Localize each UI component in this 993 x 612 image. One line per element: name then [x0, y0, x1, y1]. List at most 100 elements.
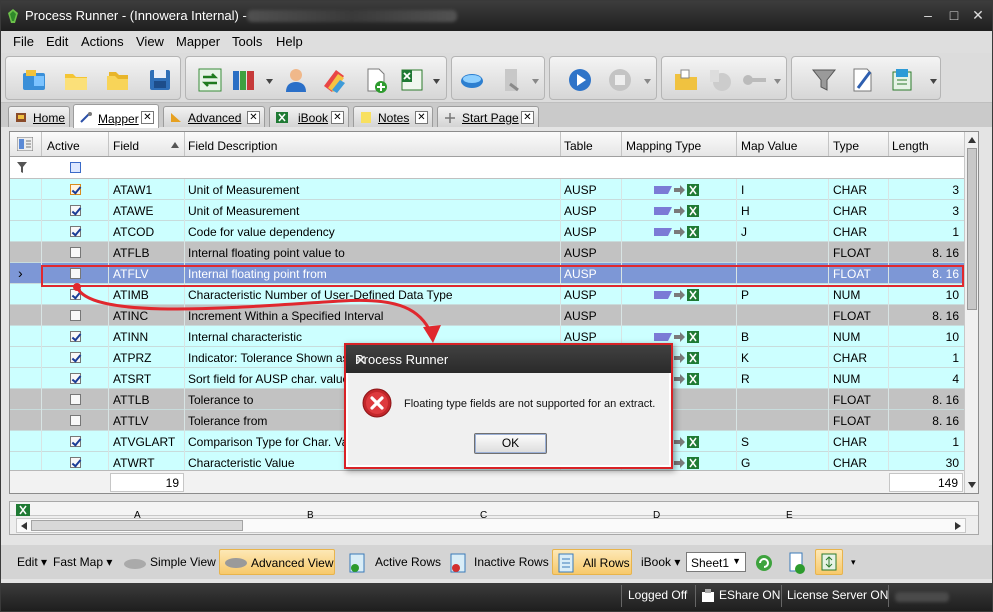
tab-ibook[interactable]: iBook ✕	[269, 106, 349, 127]
table-row[interactable]: ATCOD Code for value dependency AUSP J CHAR 1	[10, 221, 964, 242]
open-folder-icon[interactable]	[62, 66, 90, 94]
tab-home[interactable]: Home	[8, 106, 70, 127]
filter-active-checkbox[interactable]	[70, 162, 81, 173]
table-row[interactable]: › ATFLV Internal floating point from AUSP FL…	[10, 263, 964, 284]
menu-file[interactable]: File	[13, 34, 34, 49]
col-map-value[interactable]: Map Value	[741, 139, 797, 153]
active-rows-button[interactable]: Active Rows	[375, 549, 441, 575]
col-length[interactable]: Length	[892, 139, 929, 153]
tab-notes[interactable]: Notes ✕	[353, 106, 433, 127]
menu-actions[interactable]: Actions	[81, 34, 124, 49]
active-checkbox[interactable]	[70, 226, 81, 237]
active-checkbox[interactable]	[70, 394, 81, 405]
tab-advanced[interactable]: Advanced ✕	[163, 106, 265, 127]
active-checkbox[interactable]	[70, 436, 81, 447]
ok-button[interactable]: OK	[474, 433, 547, 454]
mapping-type-icon[interactable]	[654, 225, 700, 239]
simple-view-button[interactable]: Simple View	[150, 549, 216, 575]
close-button[interactable]: ✕	[967, 6, 989, 24]
menu-view[interactable]: View	[136, 34, 164, 49]
map-swap-icon[interactable]	[196, 66, 224, 94]
sheet-toggle-button[interactable]	[815, 549, 843, 575]
active-checkbox[interactable]	[70, 268, 81, 279]
active-checkbox[interactable]	[70, 184, 81, 195]
scroll-right-icon[interactable]	[955, 522, 961, 530]
chevron-down-icon[interactable]	[433, 79, 440, 84]
close-tab-icon[interactable]: ✕	[331, 111, 344, 124]
col-type[interactable]: Type	[833, 139, 859, 153]
refresh-icon[interactable]	[754, 553, 774, 573]
active-checkbox[interactable]	[70, 289, 81, 300]
chevron-down-icon[interactable]	[930, 79, 937, 84]
active-checkbox[interactable]	[70, 457, 81, 468]
inactive-rows-button[interactable]: Inactive Rows	[474, 549, 549, 575]
scroll-up-icon[interactable]	[968, 137, 976, 143]
sheet-refresh-icon[interactable]	[787, 551, 807, 575]
chevron-down-icon[interactable]	[532, 79, 539, 84]
user-icon[interactable]	[282, 66, 310, 94]
close-tab-icon[interactable]: ✕	[521, 111, 534, 124]
mapping-type-icon[interactable]	[654, 330, 700, 344]
chevron-down-icon[interactable]	[774, 79, 781, 84]
mapping-type-icon[interactable]	[654, 204, 700, 218]
ibook-dropdown[interactable]: iBook ▾	[641, 549, 680, 575]
advanced-view-button[interactable]: Advanced View	[219, 549, 335, 575]
table-row[interactable]: ATIMB Characteristic Number of User-Defin…	[10, 284, 964, 305]
menu-mapper[interactable]: Mapper	[176, 34, 220, 49]
filter-icon[interactable]	[17, 162, 27, 173]
scroll-thumb[interactable]	[967, 148, 977, 310]
col-mapping-type[interactable]: Mapping Type	[626, 139, 701, 153]
menu-tools[interactable]: Tools	[232, 34, 262, 49]
fast-map-dropdown[interactable]: Fast Map ▾	[53, 549, 112, 575]
filter-icon[interactable]	[810, 66, 838, 94]
close-tab-icon[interactable]: ✕	[415, 111, 428, 124]
active-checkbox[interactable]	[70, 352, 81, 363]
active-checkbox[interactable]	[70, 415, 81, 426]
all-rows-button[interactable]: All Rows	[552, 549, 632, 575]
table-row[interactable]: ATFLB Internal floating point value to AUS…	[10, 242, 964, 263]
excel-sheet-icon[interactable]	[398, 66, 426, 94]
tab-start-page[interactable]: Start Page ✕	[437, 106, 539, 127]
folder-log-icon[interactable]	[672, 66, 700, 94]
close-tab-icon[interactable]: ✕	[247, 111, 260, 124]
table-row[interactable]: ATAWE Unit of Measurement AUSP H CHAR 3	[10, 200, 964, 221]
table-row[interactable]: ATINC Increment Within a Specified Interv…	[10, 305, 964, 326]
scroll-left-icon[interactable]	[21, 522, 27, 530]
chevron-down-icon[interactable]: ▾	[851, 557, 856, 568]
minimize-button[interactable]: –	[917, 6, 939, 24]
active-checkbox[interactable]	[70, 247, 81, 258]
col-active[interactable]: Active	[47, 139, 80, 153]
palette-icon[interactable]	[320, 66, 348, 94]
menu-edit[interactable]: Edit	[46, 34, 68, 49]
connection-icon[interactable]	[458, 66, 486, 94]
add-document-icon[interactable]	[362, 66, 390, 94]
active-checkbox[interactable]	[70, 373, 81, 384]
column-chooser-icon[interactable]	[17, 137, 33, 151]
edit-dropdown[interactable]: Edit ▾	[17, 549, 47, 575]
close-tab-icon[interactable]: ✕	[141, 111, 154, 124]
active-checkbox[interactable]	[70, 310, 81, 321]
col-field-description[interactable]: Field Description	[188, 139, 277, 153]
edit-script-icon[interactable]	[848, 66, 876, 94]
mapping-type-icon[interactable]	[654, 288, 700, 302]
maximize-button[interactable]: □	[943, 6, 965, 24]
open-multiple-icon[interactable]	[104, 66, 132, 94]
active-checkbox[interactable]	[70, 331, 81, 342]
active-checkbox[interactable]	[70, 205, 81, 216]
col-field[interactable]: Field	[113, 139, 139, 153]
chevron-down-icon[interactable]	[644, 79, 651, 84]
tab-mapper[interactable]: Mapper ✕	[73, 104, 159, 128]
dialog-close-button[interactable]: ✕	[355, 352, 665, 369]
save-icon[interactable]	[146, 66, 174, 94]
books-icon[interactable]	[230, 66, 258, 94]
chevron-down-icon[interactable]	[266, 79, 273, 84]
hscroll-thumb[interactable]	[31, 520, 243, 531]
scroll-down-icon[interactable]	[968, 482, 976, 488]
vertical-scrollbar[interactable]	[964, 132, 978, 493]
table-row[interactable]: ATAW1 Unit of Measurement AUSP I CHAR 3	[10, 179, 964, 200]
sheet-select[interactable]: Sheet1 ▼	[686, 552, 746, 572]
run-icon[interactable]	[566, 66, 594, 94]
horizontal-scrollbar[interactable]	[16, 518, 966, 533]
sheet-export-icon[interactable]	[888, 66, 916, 94]
mapping-type-icon[interactable]	[654, 183, 700, 197]
